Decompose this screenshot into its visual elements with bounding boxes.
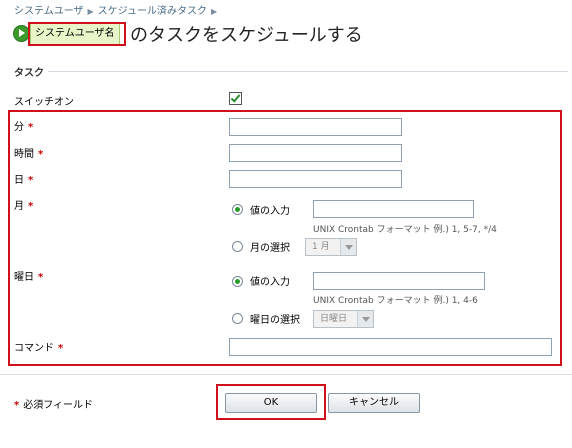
required-fields-note: * 必須フィールド [14,400,94,411]
cancel-button[interactable]: キャンセル [328,393,420,413]
breadcrumb-separator-icon: ▶ [87,7,94,16]
breadcrumb: システムユーザ ▶ スケジュール済みタスク ▶ [14,2,221,17]
switch-on-checkbox[interactable] [229,92,242,105]
required-asterisk: * [14,400,20,411]
breadcrumb-link-scheduled-tasks[interactable]: スケジュール済みタスク [98,6,207,17]
page-title-text: のタスクをスケジュールする [130,25,363,46]
switch-on-label: スイッチオン [14,97,74,108]
highlight-box-ok-button [216,384,326,420]
section-divider [48,71,568,72]
highlight-box-form [8,110,562,366]
section-title: タスク [14,68,44,79]
breadcrumb-link-system-users[interactable]: システムユーザ [14,6,84,17]
footer-divider [0,374,572,375]
highlight-box-user-tag [28,22,126,46]
breadcrumb-separator-icon: ▶ [210,7,218,16]
